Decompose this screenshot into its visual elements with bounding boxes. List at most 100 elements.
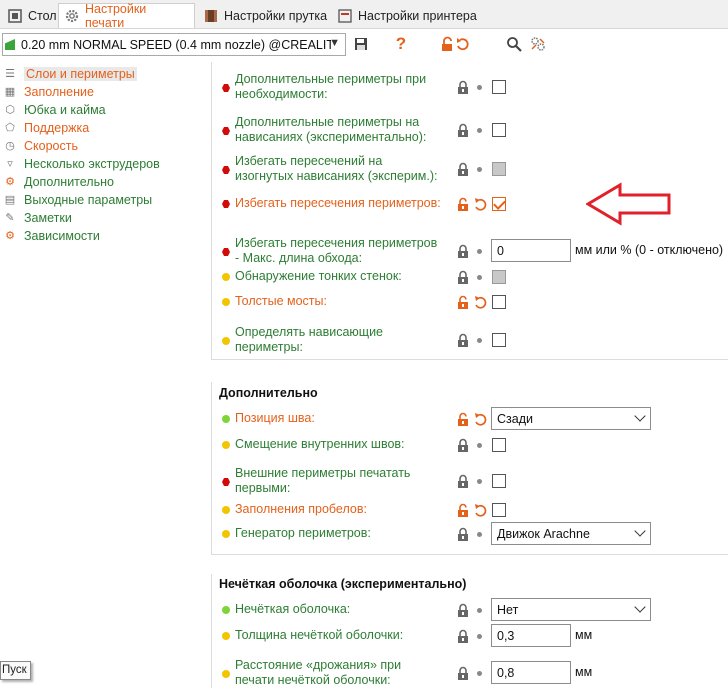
undo-icon[interactable] (474, 412, 487, 426)
setting-input[interactable]: 0,8 (491, 661, 571, 684)
settings-compare-icon[interactable] (529, 33, 547, 55)
unlock-icon[interactable] (457, 412, 469, 426)
mode-yellow-icon (222, 506, 230, 514)
setting-checkbox[interactable] (492, 162, 506, 176)
setting-select[interactable]: Сзади (491, 407, 651, 430)
search-icon[interactable] (505, 33, 523, 55)
lock-icon[interactable] (457, 162, 469, 176)
sidebar-item-label: Дополнительно (24, 175, 114, 189)
sidebar-item-advanced[interactable]: ⚙ Дополнительно (0, 173, 114, 191)
setting-label: Дополнительные периметры на нависаниях (э… (235, 115, 426, 145)
section-border (211, 554, 728, 555)
bullet-icon (477, 128, 482, 133)
setting-checkbox[interactable] (492, 123, 506, 137)
sidebar-item-support[interactable]: ⬠ Поддержка (0, 119, 89, 137)
sidebar-item-skirt-brim[interactable]: ⬡ Юбка и кайма (0, 101, 105, 119)
bullet-icon (477, 634, 482, 639)
setting-label-line: - Макс. длина обхода: (235, 251, 363, 265)
setting-checkbox[interactable] (492, 333, 506, 347)
undo-icon[interactable] (474, 503, 487, 517)
setting-row: Обнаружение тонких стенок: (222, 269, 722, 287)
gear-icon (65, 9, 79, 23)
section-border (211, 359, 728, 360)
lock-icon[interactable] (457, 438, 469, 452)
setting-row: Нечёткая оболочка: Нет (222, 598, 722, 621)
setting-label: Толстые мосты: (235, 294, 327, 309)
sidebar-item-infill[interactable]: ▦ Заполнение (0, 83, 94, 101)
setting-label-line: Толщина нечёткой оболочки: (235, 628, 404, 642)
setting-label: Позиция шва: (235, 411, 315, 426)
lock-icon[interactable] (457, 244, 469, 258)
tab-print-settings[interactable]: Настройки печати (58, 2, 195, 30)
setting-row: Дополнительные периметры при необходимост… (222, 72, 722, 104)
preset-flag-icon (5, 39, 15, 50)
preset-select[interactable]: 0.20 mm NORMAL SPEED (0.4 mm nozzle) @CR… (2, 33, 346, 56)
lock-icon[interactable] (457, 603, 469, 617)
setting-input[interactable]: 0 (491, 239, 571, 262)
lock-icon[interactable] (457, 527, 469, 541)
sidebar-item-dependencies[interactable]: ⚙ Зависимости (0, 227, 100, 245)
lock-undo-icon[interactable] (441, 33, 473, 55)
annotation-arrow-icon (586, 182, 671, 226)
tab-filament-settings[interactable]: Настройки прутка (198, 3, 333, 28)
setting-checkbox[interactable] (492, 80, 506, 94)
sidebar-item-speed[interactable]: ◷ Скорость (0, 137, 78, 155)
undo-icon[interactable] (474, 295, 487, 309)
lock-icon[interactable] (457, 629, 469, 643)
lock-icon[interactable] (457, 270, 469, 284)
tab-plate[interactable]: Стол (2, 3, 63, 28)
printer-icon (338, 8, 352, 23)
setting-label-line: Дополнительные периметры при (235, 72, 427, 86)
section-border (211, 574, 212, 688)
unlock-icon[interactable] (457, 503, 469, 517)
unlock-icon[interactable] (457, 295, 469, 309)
sidebar-item-notes[interactable]: ✎ Заметки (0, 209, 72, 227)
sidebar-item-extruders[interactable]: ▿ Несколько экструдеров (0, 155, 160, 173)
setting-label: Генератор периметров: (235, 526, 371, 541)
tab-printer-settings[interactable]: Настройки принтера (332, 3, 483, 28)
setting-checkbox[interactable] (492, 474, 506, 488)
setting-value: Нет (497, 602, 519, 617)
setting-checkbox[interactable] (492, 503, 506, 517)
setting-input[interactable]: 0,3 (491, 624, 571, 647)
setting-row: Заполнения пробелов: (222, 502, 722, 520)
lock-icon[interactable] (457, 123, 469, 137)
sidebar-item-label: Заметки (24, 211, 72, 225)
setting-label-line: Позиция шва: (235, 411, 315, 425)
mode-red-icon (222, 166, 230, 174)
setting-row: Дополнительные периметры на нависаниях (э… (222, 115, 722, 147)
question-icon[interactable]: ? (393, 33, 409, 55)
setting-label-line: Заполнения пробелов: (235, 502, 367, 516)
setting-select[interactable]: Движок Arachne (491, 522, 651, 545)
mode-yellow-icon (222, 530, 230, 538)
plate-icon (8, 8, 22, 23)
sidebar: ☰ Слои и периметры ▦ Заполнение ⬡ Юбка и… (0, 62, 210, 688)
unlock-icon[interactable] (457, 197, 469, 211)
lock-icon[interactable] (457, 80, 469, 94)
undo-icon[interactable] (474, 197, 487, 211)
chevron-down-icon: ▼ (329, 37, 340, 49)
setting-label: Обнаружение тонких стенок: (235, 269, 402, 284)
mode-yellow-icon (222, 632, 230, 640)
lock-icon[interactable] (457, 474, 469, 488)
setting-label-line: печати нечёткой оболочки: (235, 673, 391, 687)
mode-yellow-icon (222, 670, 230, 678)
bullet-icon (477, 167, 482, 172)
save-icon[interactable] (352, 33, 370, 55)
lock-icon[interactable] (457, 333, 469, 347)
setting-select[interactable]: Нет (491, 598, 651, 621)
notes-icon: ✎ (5, 212, 15, 224)
setting-label: Дополнительные периметры при необходимост… (235, 72, 426, 102)
toolbar: 0.20 mm NORMAL SPEED (0.4 mm nozzle) @CR… (0, 29, 728, 61)
setting-row: Смещение внутренних швов: (222, 437, 722, 455)
setting-checkbox[interactable] (492, 295, 506, 309)
setting-checkbox[interactable] (492, 270, 506, 284)
setting-checkbox[interactable] (492, 438, 506, 452)
setting-row: Расстояние «дрожания» при печати нечёткой… (222, 658, 722, 688)
setting-checkbox[interactable] (492, 197, 506, 211)
mode-yellow-icon (222, 337, 230, 345)
setting-label-line: периметры: (235, 340, 303, 354)
sidebar-item-output[interactable]: ▤ Выходные параметры (0, 191, 152, 209)
lock-icon[interactable] (457, 666, 469, 680)
sidebar-item-layers-perimeters[interactable]: ☰ Слои и периметры (0, 65, 137, 83)
